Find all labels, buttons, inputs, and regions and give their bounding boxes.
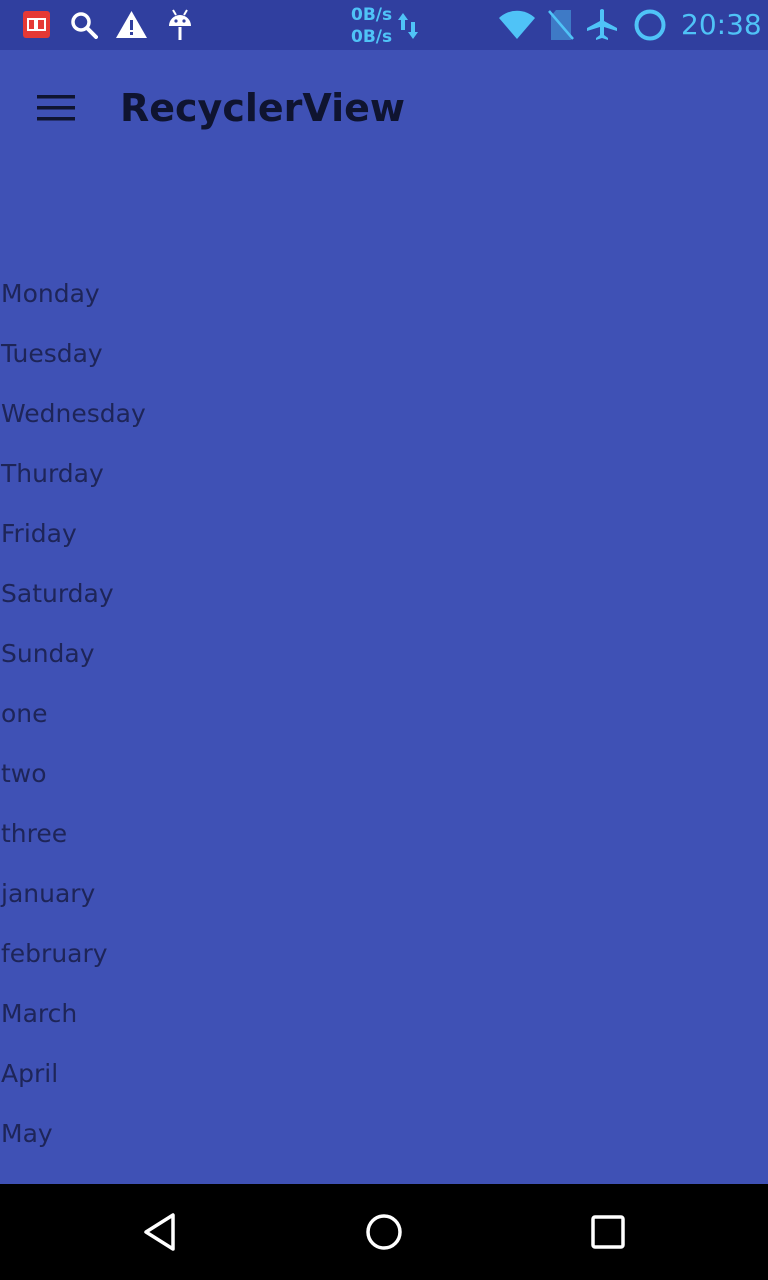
warning-icon [116, 11, 147, 38]
list-item[interactable]: April [0, 1044, 768, 1104]
recents-icon [591, 1215, 625, 1249]
list-item[interactable]: Saturday [0, 564, 768, 624]
data-transfer-arrows-icon [398, 13, 418, 39]
back-button[interactable] [128, 1200, 192, 1264]
hamburger-menu-icon [37, 95, 75, 121]
list-item[interactable]: february [0, 924, 768, 984]
android-debug-icon [169, 9, 191, 40]
home-button[interactable] [352, 1200, 416, 1264]
net-speed-up: 0B/s [351, 5, 393, 25]
list-item[interactable]: Monday [0, 264, 768, 324]
list-item[interactable]: two [0, 744, 768, 804]
list-item[interactable]: Wednesday [0, 384, 768, 444]
recents-button[interactable] [576, 1200, 640, 1264]
home-icon [366, 1214, 402, 1250]
page-title: RecyclerView [120, 86, 406, 130]
list-item[interactable]: one [0, 684, 768, 744]
list-item[interactable]: May [0, 1104, 768, 1164]
list-item[interactable]: March [0, 984, 768, 1044]
recycler-list[interactable]: Monday Tuesday Wednesday Thurday Friday … [0, 264, 768, 1164]
search-icon [71, 12, 98, 39]
app-toolbar: RecyclerView [0, 50, 768, 162]
list-item[interactable]: Thurday [0, 444, 768, 504]
list-item[interactable]: Tuesday [0, 324, 768, 384]
clock: 20:38 [681, 8, 762, 41]
back-icon [144, 1213, 175, 1251]
list-item[interactable]: three [0, 804, 768, 864]
list-item[interactable]: Friday [0, 504, 768, 564]
status-bar: 0B/s 0B/s 20:38 [0, 0, 768, 50]
airplane-mode-icon [587, 9, 617, 40]
list-item[interactable]: Sunday [0, 624, 768, 684]
navigation-bar [0, 1184, 768, 1280]
no-sim-icon [548, 10, 574, 40]
net-speed-down: 0B/s [351, 27, 393, 47]
menu-button[interactable] [20, 72, 92, 144]
network-speed: 0B/s 0B/s [351, 4, 392, 48]
youdao-app-icon [23, 11, 50, 38]
wifi-icon [499, 10, 535, 40]
sync-ring-icon [634, 9, 666, 41]
list-item[interactable]: january [0, 864, 768, 924]
